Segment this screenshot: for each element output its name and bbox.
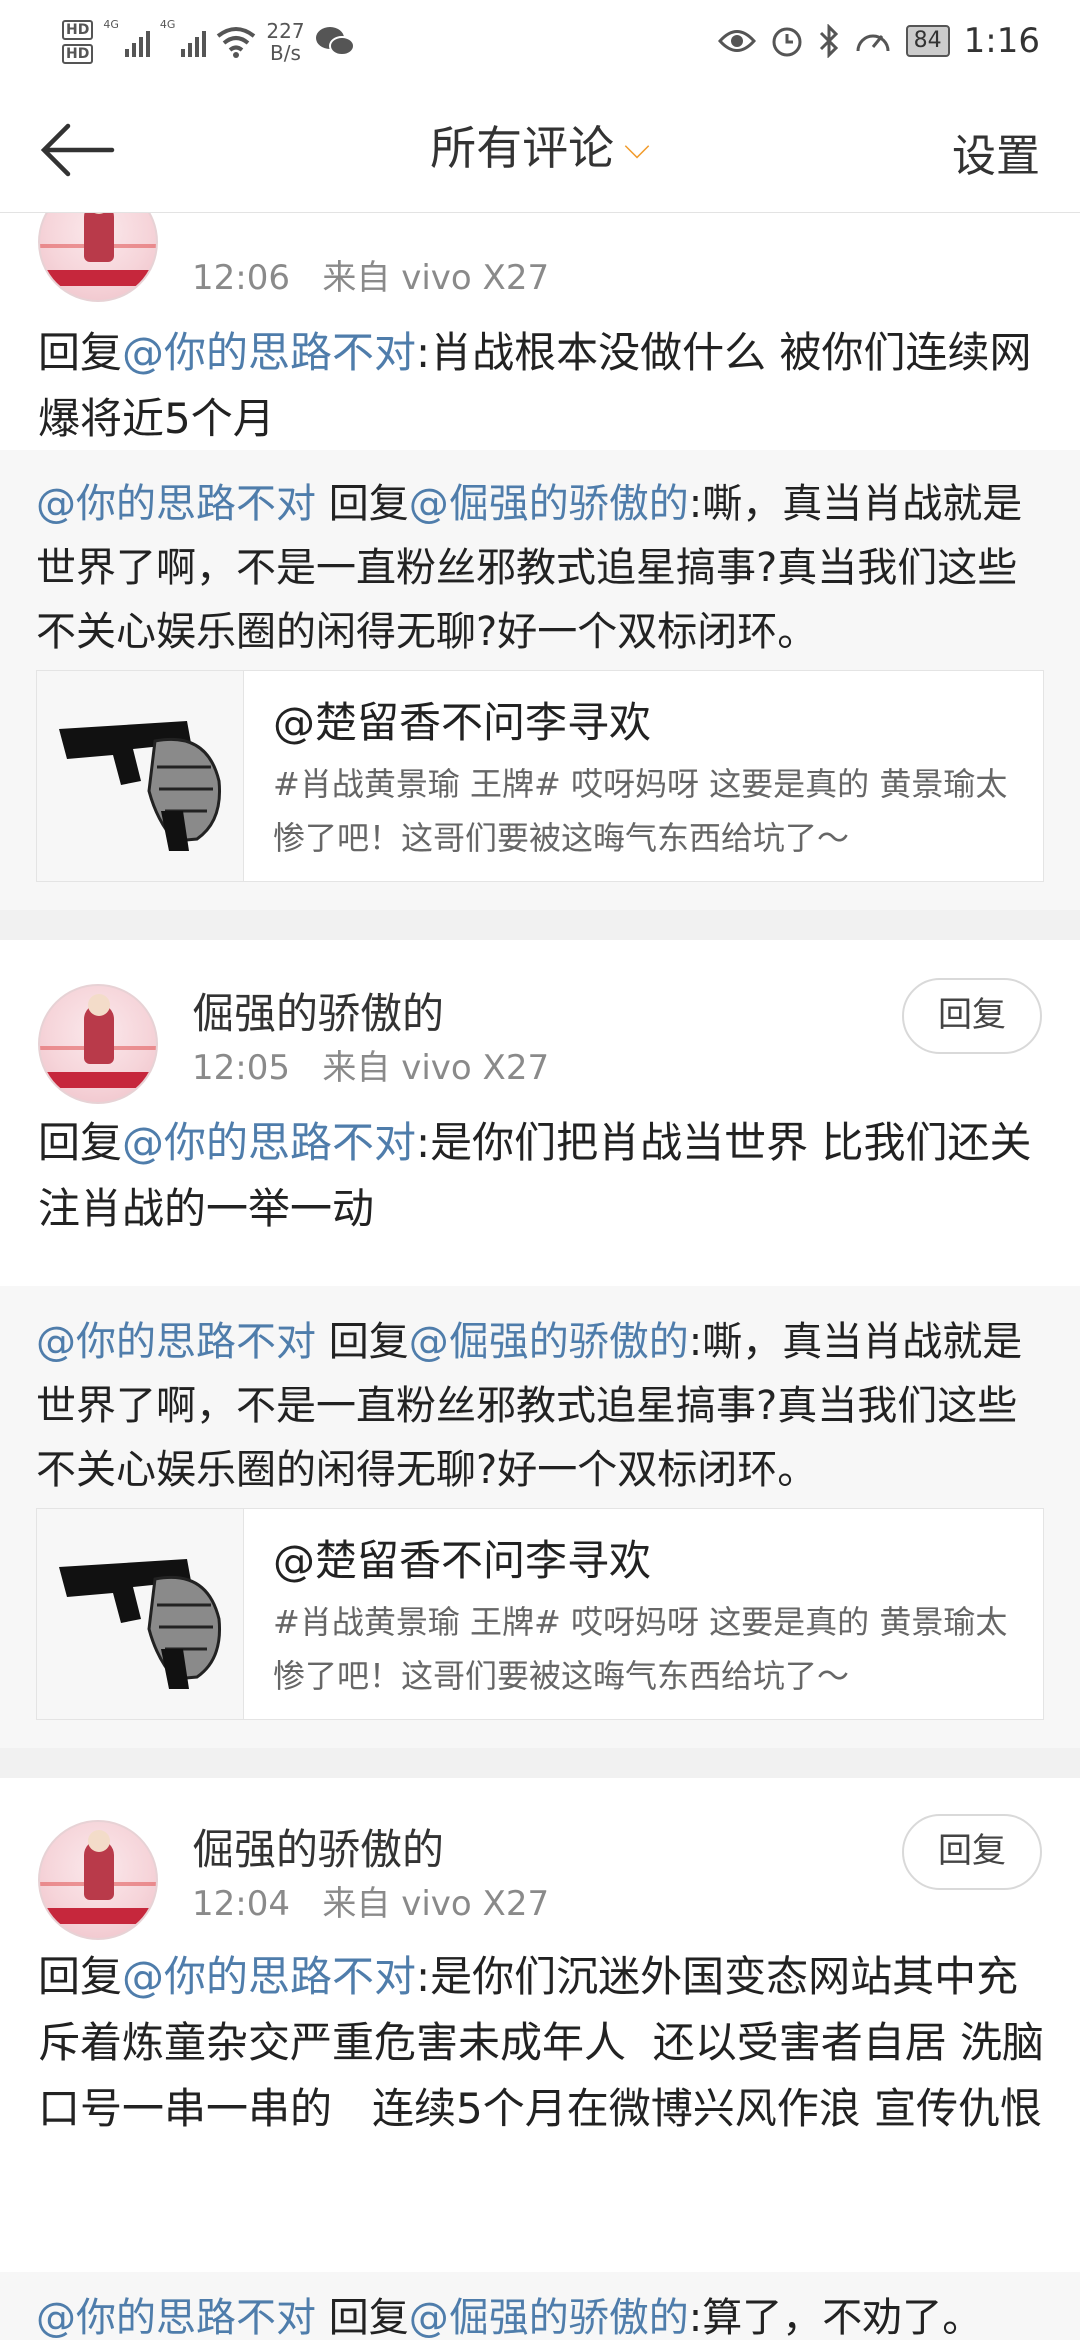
comment-time: 12:05 [192, 1048, 290, 1088]
status-bar: HD HD 4G 4G 227 B/s 84 1:16 [0, 0, 1080, 82]
nav-bar: 所有评论 ⌵ 设置 [0, 82, 1080, 213]
chevron-down-icon: ⌵ [624, 127, 650, 167]
avatar[interactable] [38, 1820, 158, 1940]
settings-button[interactable]: 设置 [952, 120, 1040, 184]
page-title: 所有评论 [430, 121, 615, 175]
quoted-comment: @你的思路不对 回复@倔强的骄傲的:嘶，真当肖战就是世界了啊，不是一直粉丝邪教式… [0, 1286, 1080, 1748]
card-description: #肖战黄景瑜 王牌# 哎呀妈呀 这要是真的 黄景瑜太惨了吧！这哥们要被这晦气东西… [273, 765, 1008, 857]
hd-indicators: HD HD [62, 20, 94, 64]
reply-prefix: 回复 [38, 1118, 123, 1167]
comment-source: 来自 vivo X27 [322, 1048, 550, 1088]
comment-text: 回复@你的思路不对:是你们沉迷外国变态网站其中充斥着炼童杂交严重危害未成年人 还… [38, 1944, 1048, 2142]
comment-source: 来自 vivo X27 [322, 1884, 550, 1924]
gun-hand-icon [59, 1559, 222, 1689]
quote-target-link[interactable]: @倔强的骄傲的 [409, 2295, 689, 2340]
card-title: @楚留香不问李寻欢 [273, 1536, 652, 1585]
comment-item: 倔强的骄傲的 12:04 来自 vivo X27 回复 回复@你的思路不对:是你… [0, 1778, 1080, 2272]
quote-reply-word: 回复 [316, 1319, 409, 1365]
network-type-1: 4G [103, 18, 119, 31]
quote-author-link[interactable]: @你的思路不对 [36, 481, 316, 527]
net-speed-value: 227 [266, 19, 305, 43]
mention-link[interactable]: @你的思路不对 [122, 328, 416, 377]
net-speed-unit: B/s [270, 41, 301, 65]
signal-icon-1 [124, 27, 150, 57]
signal-icon-2 [181, 27, 207, 57]
quote-reply-word: 回复 [316, 2295, 409, 2340]
quote-text: @你的思路不对 回复@倔强的骄傲的:嘶，真当肖战就是世界了啊，不是一直粉丝邪教式… [36, 472, 1046, 664]
comment-meta: 12:05 来自 vivo X27 [192, 1040, 549, 1089]
avatar[interactable] [38, 984, 158, 1104]
speedometer-icon [856, 34, 890, 52]
net-speed: 227 B/s [266, 20, 304, 64]
gun-hand-icon [59, 721, 222, 851]
mention-link[interactable]: @你的思路不对 [122, 1118, 416, 1167]
comment-item: 倔强的骄傲的 12:05 来自 vivo X27 回复 回复@你的思路不对:是你… [0, 940, 1080, 1286]
comment-meta: 12:06 来自 vivo X27 [192, 250, 549, 299]
status-right: 84 1:16 [717, 14, 1040, 68]
quote-author-link[interactable]: @你的思路不对 [36, 1319, 316, 1365]
comment-text: 回复@你的思路不对:是你们把肖战当世界 比我们还关注肖战的一举一动 [38, 1110, 1048, 1242]
comment-time: 12:04 [192, 1884, 290, 1924]
quote-text: @你的思路不对 回复@倔强的骄傲的:算了，不劝了。 [36, 2286, 1046, 2340]
quoted-comment: @你的思路不对 回复@倔强的骄傲的:嘶，真当肖战就是世界了啊，不是一直粉丝邪教式… [0, 450, 1080, 910]
alarm-icon [772, 27, 802, 57]
quote-target-link[interactable]: @倔强的骄傲的 [409, 1319, 689, 1365]
comment-item: 12:06 来自 vivo X27 回复@你的思路不对:肖战根本没做什么 被你们… [0, 212, 1080, 450]
username[interactable]: 倔强的骄傲的 [192, 980, 444, 1041]
reply-prefix: 回复 [38, 1952, 123, 2001]
comment-time: 12:06 [192, 258, 290, 298]
comment-text: 回复@你的思路不对:肖战根本没做什么 被你们连续网爆将近5个月 [38, 320, 1048, 452]
comment-source: 来自 vivo X27 [322, 258, 550, 298]
card-thumbnail [37, 1509, 244, 1719]
clock: 1:16 [963, 21, 1040, 61]
quote-body: :算了，不劝了。 [688, 2295, 983, 2340]
wifi-icon [217, 27, 256, 58]
wechat-icon [315, 27, 355, 56]
reply-button[interactable]: 回复 [902, 1814, 1042, 1890]
comment-list: 12:06 来自 vivo X27 回复@你的思路不对:肖战根本没做什么 被你们… [0, 212, 1080, 2340]
eye-icon [717, 30, 756, 52]
hd-badge-1: HD [62, 20, 94, 40]
comment-filter-dropdown[interactable]: 所有评论 ⌵ [0, 112, 1080, 178]
divider [0, 910, 1080, 940]
quote-text: @你的思路不对 回复@倔强的骄傲的:嘶，真当肖战就是世界了啊，不是一直粉丝邪教式… [36, 1310, 1046, 1502]
network-type-2: 4G [159, 18, 176, 31]
quote-reply-word: 回复 [316, 481, 409, 527]
avatar[interactable] [38, 212, 158, 302]
bluetooth-icon [819, 24, 838, 58]
card-description: #肖战黄景瑜 王牌# 哎呀妈呀 这要是真的 黄景瑜太惨了吧！这哥们要被这晦气东西… [273, 1603, 1008, 1695]
username[interactable]: 倔强的骄傲的 [192, 1816, 444, 1877]
card-title: @楚留香不问李寻欢 [273, 698, 652, 747]
card-thumbnail [37, 671, 244, 881]
quote-author-link[interactable]: @你的思路不对 [36, 2295, 316, 2340]
battery-level: 84 [905, 25, 950, 57]
comment-meta: 12:04 来自 vivo X27 [192, 1876, 549, 1925]
share-card[interactable]: @楚留香不问李寻欢 #肖战黄景瑜 王牌# 哎呀妈呀 这要是真的 黄景瑜太惨了吧！… [36, 670, 1044, 882]
quoted-comment: @你的思路不对 回复@倔强的骄傲的:算了，不劝了。 [0, 2272, 1080, 2340]
mention-link[interactable]: @你的思路不对 [122, 1952, 416, 2001]
reply-button[interactable]: 回复 [902, 978, 1042, 1054]
quote-target-link[interactable]: @倔强的骄傲的 [409, 481, 689, 527]
status-left: HD HD 4G 4G 227 B/s [62, 12, 355, 72]
share-card[interactable]: @楚留香不问李寻欢 #肖战黄景瑜 王牌# 哎呀妈呀 这要是真的 黄景瑜太惨了吧！… [36, 1508, 1044, 1720]
hd-badge-2: HD [62, 44, 94, 64]
divider [0, 1748, 1080, 1778]
reply-prefix: 回复 [38, 328, 123, 377]
